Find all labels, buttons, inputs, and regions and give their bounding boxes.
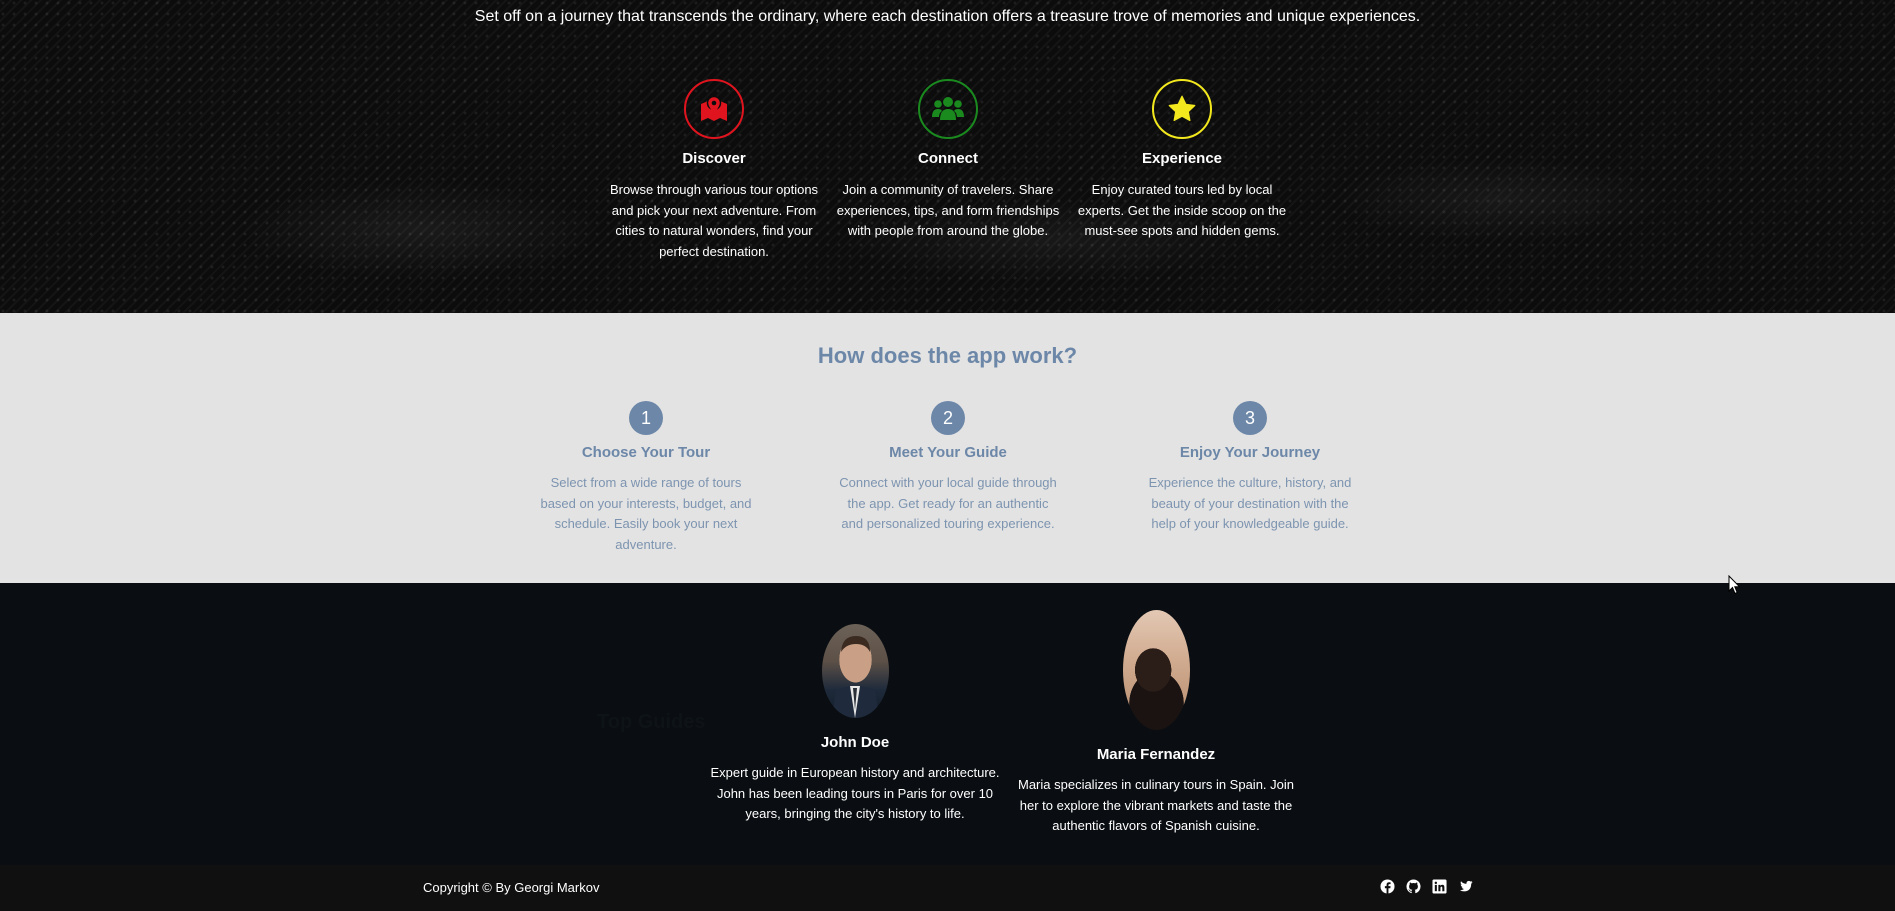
social-links [1380,879,1473,894]
feature-experience: Experience Enjoy curated tours led by lo… [1067,79,1297,242]
feature-description: Browse through various tour options and … [609,182,819,259]
feature-title: Discover [682,150,746,167]
feature-title: Experience [1141,150,1223,167]
step-number-badge: 1 [629,401,663,435]
feature-discover: Discover Browse through various tour opt… [599,79,829,262]
feature-description: Join a community of travelers. Share exp… [836,182,1060,238]
step-title: Enjoy Your Journey [1179,444,1321,461]
people-group-icon [918,79,978,139]
hero-intro-text: Set off on a journey that transcends the… [474,8,1421,25]
guide-description: Expert guide in European history and arc… [710,765,1000,821]
twitter-icon[interactable] [1458,879,1473,894]
facebook-icon[interactable] [1380,879,1395,894]
avatar [1122,610,1190,730]
linkedin-icon[interactable] [1432,879,1447,894]
step-number-badge: 3 [1233,401,1267,435]
how-it-works-heading: How does the app work? [817,343,1078,368]
feature-description: Enjoy curated tours led by local experts… [1077,182,1287,238]
step-title: Choose Your Tour [581,444,711,461]
mouse-cursor-icon [1728,575,1741,595]
guide-name: Maria Fernandez [1096,746,1216,763]
step-description: Connect with your local guide through th… [839,475,1057,531]
step-meet-guide: 2 Meet Your Guide Connect with your loca… [838,401,1058,535]
step-title: Meet Your Guide [889,444,1007,461]
map-location-icon [684,79,744,139]
how-it-works-section: How does the app work? 1 Choose Your Tou… [0,313,1895,583]
step-number-badge: 2 [931,401,965,435]
footer: Copyright © By Georgi Markov [0,865,1895,911]
top-guides-heading: Top Guides [597,711,706,733]
step-description: Select from a wide range of tours based … [540,475,752,552]
feature-title: Connect [918,150,978,167]
avatar [821,624,889,718]
guide-description: Maria specializes in culinary tours in S… [1017,777,1294,833]
star-icon [1152,79,1212,139]
features-section: Set off on a journey that transcends the… [0,0,1895,313]
guide-card-maria: Maria Fernandez Maria specializes in cul… [1011,610,1301,837]
top-guides-section: Top Guides John Doe Expert guide in Euro… [0,583,1895,865]
step-description: Experience the culture, history, and bea… [1148,475,1352,531]
guide-card-john: John Doe Expert guide in European histor… [705,624,1005,825]
step-enjoy-journey: 3 Enjoy Your Journey Experience the cult… [1140,401,1360,535]
copyright-text: Copyright © By Georgi Markov [423,880,600,895]
guide-name: John Doe [820,734,890,751]
step-choose-tour: 1 Choose Your Tour Select from a wide ra… [536,401,756,555]
feature-connect: Connect Join a community of travelers. S… [833,79,1063,242]
github-icon[interactable] [1406,879,1421,894]
